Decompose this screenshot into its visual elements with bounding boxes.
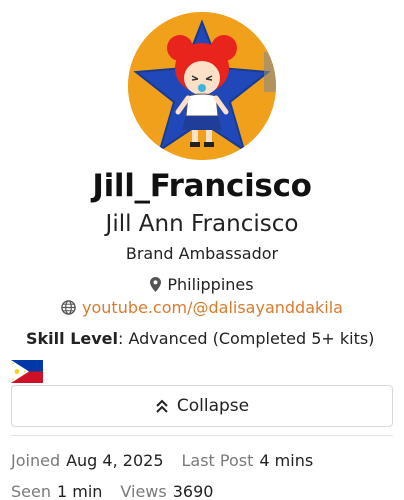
website-link[interactable]: youtube.com/@dalisayanddakila (82, 298, 343, 317)
double-chevron-up-icon (155, 398, 169, 414)
joined-label: Joined (11, 451, 61, 470)
username: Jill_Francisco (92, 168, 312, 204)
views-label: Views (120, 482, 167, 500)
seen-value: 1 min (56, 482, 103, 500)
location: Philippines (0, 275, 404, 296)
website: youtube.com/@dalisayanddakila (0, 298, 404, 319)
stats-row-joined: Joined Aug 4, 2025 Last Post 4 mins (11, 451, 313, 470)
last-post-value: 4 mins (259, 451, 314, 470)
user-title: Brand Ambassador (125, 244, 279, 263)
seen-label: Seen (11, 482, 51, 500)
user-avatar[interactable] (128, 12, 276, 160)
avatar-illustration (128, 12, 276, 160)
skill-level-value: : Advanced (Completed 5+ kits) (118, 329, 375, 348)
collapse-button[interactable]: Collapse (11, 385, 393, 427)
collapse-label: Collapse (176, 396, 250, 416)
full-name: Jill Ann Francisco (105, 211, 299, 237)
last-post-label: Last Post (181, 451, 254, 470)
philippines-flag-icon (11, 360, 43, 383)
globe-icon (61, 300, 76, 319)
location-text: Philippines (167, 275, 254, 294)
views-value: 3690 (172, 482, 214, 500)
skill-level: Skill Level: Advanced (Completed 5+ kits… (26, 329, 374, 348)
map-pin-icon (150, 277, 162, 296)
divider (11, 435, 393, 436)
skill-level-label: Skill Level (26, 329, 118, 348)
stats-row-seen: Seen 1 min Views 3690 (11, 482, 213, 500)
joined-value: Aug 4, 2025 (66, 451, 164, 470)
